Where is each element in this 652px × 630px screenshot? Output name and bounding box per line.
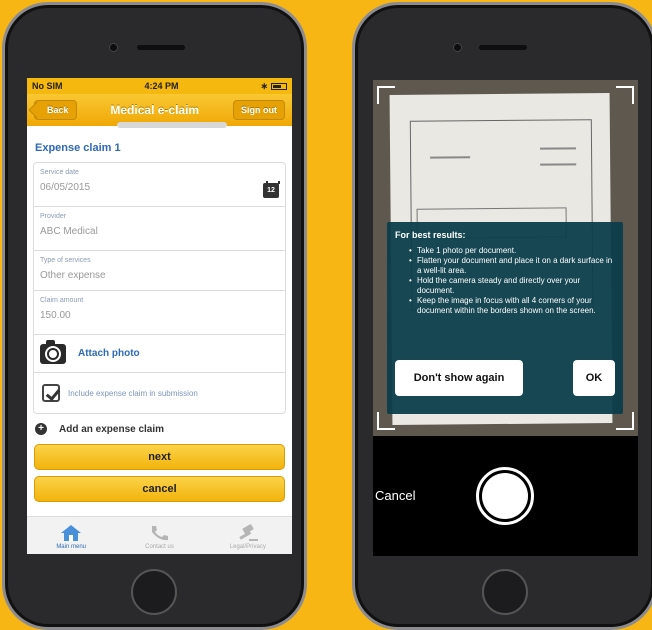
type-of-services-value: Other expense [40, 270, 106, 281]
status-bar: No SIM 4:24 PM ∗ [27, 78, 292, 94]
battery-area: ∗ [260, 81, 287, 92]
gavel-icon [239, 524, 258, 541]
house-icon [61, 525, 82, 541]
claim-amount-label: Claim amount [40, 297, 84, 304]
right-screen: For best results: Take 1 photo per docum… [373, 80, 638, 556]
tab-contact-us[interactable]: Contact us [115, 517, 203, 554]
section-title: Expense claim 1 [35, 142, 121, 154]
document-text-lines [430, 156, 471, 177]
attach-photo-label: Attach photo [78, 348, 140, 359]
tip-item: Hold the camera steady and directly over… [409, 276, 615, 296]
crop-corner [616, 412, 634, 430]
carrier-label: No SIM [32, 81, 63, 91]
include-claim-checkbox[interactable] [42, 384, 60, 402]
tab-contact-us-label: Contact us [145, 544, 174, 550]
sign-out-button[interactable]: Sign out [232, 100, 285, 120]
crop-corner [377, 412, 395, 430]
type-of-services-label: Type of services [40, 257, 91, 264]
provider-label: Provider [40, 213, 67, 220]
tab-legal-privacy[interactable]: Legal/Privacy [204, 517, 292, 554]
page-title: Medical e-claim [110, 103, 200, 117]
provider-field[interactable]: Provider ABC Medical [34, 207, 285, 251]
earpiece-speaker [479, 45, 527, 50]
earpiece-speaker [137, 45, 185, 50]
front-camera [453, 43, 462, 52]
next-button[interactable]: next [34, 444, 285, 470]
claim-amount-field[interactable]: Claim amount 150.00 [34, 291, 285, 335]
crop-corner [616, 86, 634, 104]
overlay-buttons: Don't show again OK [395, 360, 615, 396]
tips-overlay: For best results: Take 1 photo per docum… [387, 222, 623, 414]
home-button[interactable] [131, 569, 177, 615]
battery-icon [271, 82, 287, 90]
ok-button[interactable]: OK [573, 360, 615, 396]
document-text-lines [540, 147, 577, 166]
status-time: 4:24 PM [144, 81, 179, 91]
drag-handle[interactable] [117, 122, 227, 128]
tips-list: Take 1 photo per document. Flatten your … [395, 246, 615, 316]
add-expense-claim-button[interactable]: + Add an expense claim [27, 414, 292, 440]
camera-viewfinder: For best results: Take 1 photo per docum… [373, 80, 638, 436]
shutter-button[interactable] [476, 467, 534, 525]
bluetooth-icon: ∗ [260, 80, 268, 91]
service-date-field[interactable]: Service date 06/05/2015 12 [34, 163, 285, 207]
service-date-label: Service date [40, 169, 79, 176]
tip-item: Flatten your document and place it on a … [409, 256, 615, 276]
camera-cancel-button[interactable]: Cancel [375, 488, 415, 503]
tip-item: Keep the image in focus with all 4 corne… [409, 296, 615, 316]
phone-handset-icon [152, 526, 169, 541]
service-date-value: 06/05/2015 [40, 182, 91, 193]
include-claim-row[interactable]: Include expense claim in submission [34, 373, 285, 413]
provider-value: ABC Medical [40, 226, 98, 237]
front-camera [109, 43, 118, 52]
camera-icon [40, 339, 66, 364]
left-screen: No SIM 4:24 PM ∗ Back Medical e-claim Si… [27, 78, 292, 554]
crop-corner [377, 86, 395, 104]
tab-legal-privacy-label: Legal/Privacy [229, 544, 266, 550]
tip-item: Take 1 photo per document. [409, 246, 615, 256]
tab-bar: Main menu Contact us Legal/Privacy [27, 516, 292, 554]
type-of-services-field[interactable]: Type of services Other expense [34, 251, 285, 291]
cancel-button[interactable]: cancel [34, 476, 285, 502]
back-button[interactable]: Back [34, 100, 77, 120]
tab-main-menu-label: Main menu [56, 544, 86, 550]
claim-amount-value: 150.00 [40, 310, 71, 321]
dont-show-again-button[interactable]: Don't show again [395, 360, 523, 396]
include-claim-label: Include expense claim in submission [68, 388, 198, 398]
attach-photo-button[interactable]: Attach photo [34, 335, 285, 373]
tab-main-menu[interactable]: Main menu [27, 517, 115, 554]
home-button[interactable] [482, 569, 528, 615]
calendar-icon[interactable]: 12 [263, 181, 280, 198]
expense-claim-card: Service date 06/05/2015 12 Provider ABC … [33, 162, 286, 414]
tips-title: For best results: [395, 230, 466, 240]
add-expense-claim-label: Add an expense claim [59, 423, 165, 435]
plus-icon: + [35, 423, 47, 435]
